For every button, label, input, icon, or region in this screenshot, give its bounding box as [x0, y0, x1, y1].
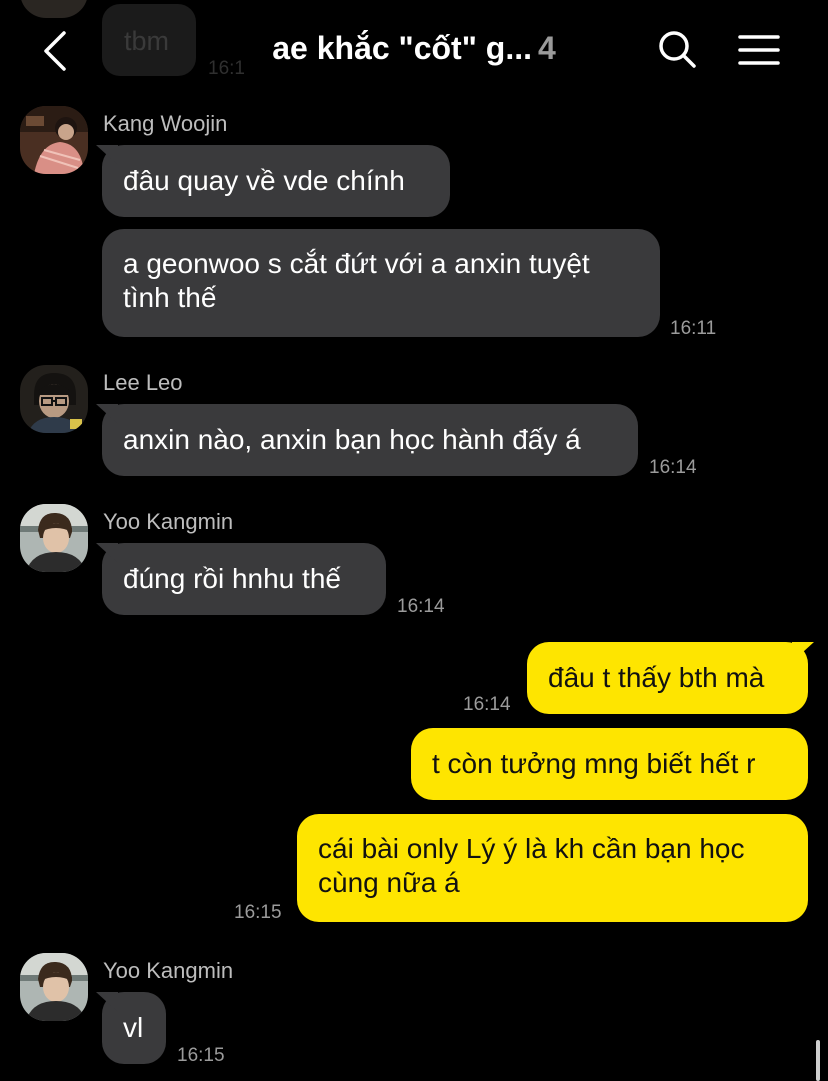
avatar[interactable]	[20, 365, 88, 433]
chat-header: ae khắc "cốt" g... 4	[0, 0, 828, 100]
message-text: đúng rồi hnhu thế	[123, 563, 341, 594]
message-text: cái bài only Lý ý là kh cần bạn học cùng…	[318, 833, 745, 898]
sender-name: Yoo Kangmin	[103, 958, 234, 983]
search-button[interactable]	[652, 26, 704, 78]
chevron-left-icon	[42, 30, 68, 77]
message-text: đâu t thấy bth mà	[548, 662, 765, 693]
menu-button[interactable]	[732, 26, 786, 78]
sender-name: Yoo Kangmin	[103, 509, 234, 534]
message-bubble[interactable]: đâu quay về vde chính	[102, 145, 450, 217]
message-bubble[interactable]: a geonwoo s cắt đứt với a anxin tuyệt tì…	[102, 229, 660, 337]
chat-title: ae khắc "cốt" g...	[272, 30, 532, 66]
message-bubble[interactable]: anxin nào, anxin bạn học hành đấy á	[102, 404, 638, 476]
message-bubble[interactable]: đâu t thấy bth mà	[527, 642, 808, 714]
message-bubble[interactable]: đúng rồi hnhu thế	[102, 543, 386, 615]
message-time: 16:14	[649, 457, 697, 478]
message-text: a geonwoo s cắt đứt với a anxin tuyệt tì…	[123, 248, 590, 313]
sender-name: Kang Woojin	[103, 111, 228, 136]
message-bubble[interactable]: vl	[102, 992, 166, 1064]
message-time: 16:11	[670, 318, 717, 339]
scrollbar[interactable]	[816, 1040, 820, 1081]
sender-name: Lee Leo	[103, 370, 183, 395]
message-time: 16:14	[463, 694, 511, 715]
avatar[interactable]	[20, 106, 88, 174]
search-icon	[658, 30, 698, 75]
back-button[interactable]	[30, 24, 80, 82]
member-count: 4	[537, 30, 556, 66]
message-time: 16:14	[397, 596, 445, 617]
avatar[interactable]	[20, 953, 88, 1021]
message-text: vl	[123, 1012, 144, 1043]
message-time: 16:15	[234, 902, 282, 923]
message-text: đâu quay về vde chính	[123, 165, 405, 196]
chat-title-area[interactable]: ae khắc "cốt" g... 4	[200, 30, 628, 67]
message-text: t còn tưởng mng biết hết r	[432, 748, 756, 779]
hamburger-menu-icon	[738, 34, 780, 71]
message-text: anxin nào, anxin bạn học hành đấy á	[123, 424, 581, 455]
message-bubble[interactable]: t còn tưởng mng biết hết r	[411, 728, 808, 800]
avatar[interactable]	[20, 504, 88, 572]
message-time: 16:15	[177, 1045, 225, 1066]
message-bubble[interactable]: cái bài only Lý ý là kh cần bạn học cùng…	[297, 814, 808, 922]
